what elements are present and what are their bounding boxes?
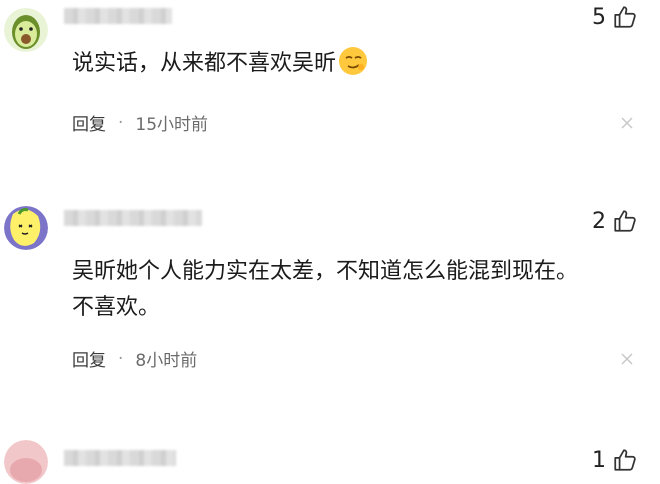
avocado-avatar-icon[interactable] <box>4 8 48 52</box>
reply-button[interactable]: 回复 <box>72 110 106 135</box>
separator-dot: · <box>118 348 124 369</box>
like-button[interactable]: 2 <box>592 208 638 234</box>
pink-avatar-icon[interactable] <box>4 440 48 484</box>
timestamp: 8小时前 <box>135 351 198 371</box>
like-count: 5 <box>592 4 606 30</box>
thumb-up-icon <box>614 6 636 28</box>
close-icon[interactable] <box>620 352 634 366</box>
comment-text: 吴昕她个人能力实在太差，不知道怎么能混到现在。 不喜欢。 <box>72 254 578 326</box>
smirk-emoji-icon <box>339 47 368 75</box>
thumb-up-icon <box>614 210 636 232</box>
comment-text-line: 不喜欢。 <box>72 295 161 320</box>
username-blurred[interactable] <box>64 450 176 466</box>
separator-dot: · <box>118 112 124 133</box>
username-blurred[interactable] <box>64 210 202 226</box>
comment-meta: 回复 · 15小时前 <box>72 110 209 136</box>
comment-text: 说实话，从来都不喜欢吴昕 <box>72 46 368 82</box>
lemon-avatar-icon[interactable] <box>4 206 48 250</box>
username-blurred[interactable] <box>64 8 172 24</box>
timestamp: 15小时前 <box>135 115 209 135</box>
like-count: 2 <box>592 208 606 234</box>
close-icon[interactable] <box>620 116 634 130</box>
comment-text-line: 吴昕她个人能力实在太差，不知道怎么能混到现在。 <box>72 259 579 284</box>
thumb-up-icon <box>614 449 636 471</box>
like-button[interactable]: 1 <box>592 447 638 473</box>
like-button[interactable]: 5 <box>592 4 638 30</box>
reply-button[interactable]: 回复 <box>72 346 106 371</box>
comment-meta: 回复 · 8小时前 <box>72 346 198 372</box>
comment-text-line: 说实话，从来都不喜欢吴昕 <box>72 51 337 76</box>
